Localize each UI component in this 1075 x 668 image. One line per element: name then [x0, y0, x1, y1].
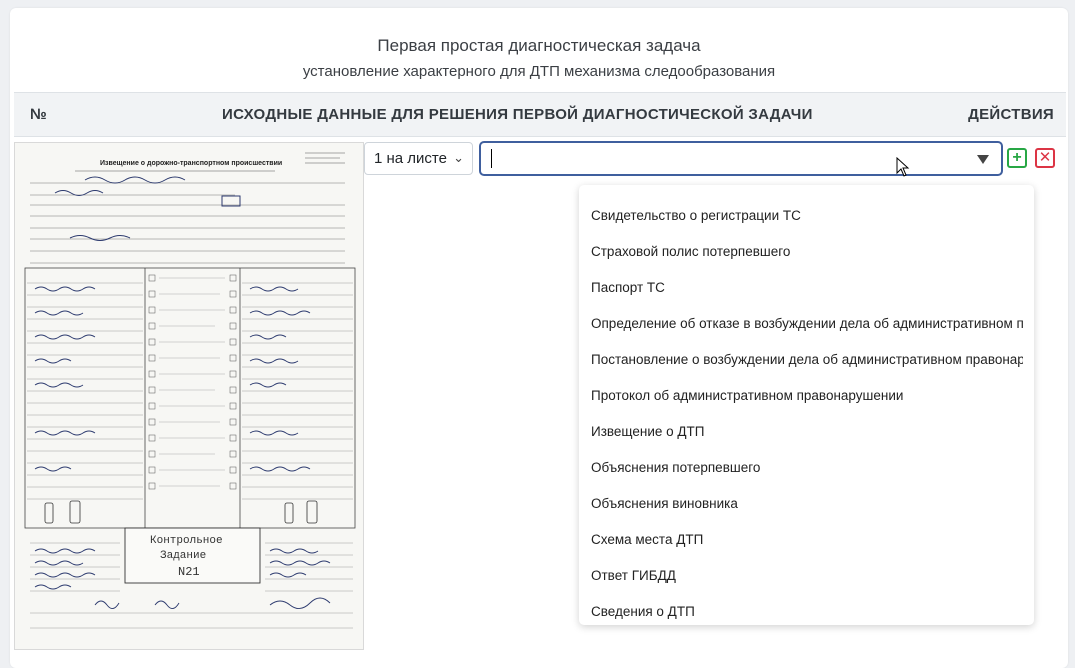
- pages-per-sheet-select[interactable]: 1 на листе ⌄: [364, 142, 473, 175]
- column-header-actions: ДЕЙСТВИЯ: [968, 106, 1054, 123]
- stamp-line-1: Контрольное: [150, 535, 223, 547]
- stamp-line-3: N21: [178, 565, 200, 579]
- column-header-source-data: ИСХОДНЫЕ ДАННЫЕ ДЛЯ РЕШЕНИЯ ПЕРВОЙ ДИАГН…: [222, 106, 813, 123]
- document-type-combobox[interactable]: [479, 141, 1003, 176]
- dropdown-option[interactable]: Протокол об административном правонаруше…: [591, 388, 1023, 408]
- task-card: Первая простая диагностическая задача ус…: [10, 8, 1068, 668]
- dropdown-option[interactable]: Ответ ГИБДД: [591, 568, 1023, 588]
- stamp-line-2: Задание: [160, 550, 206, 562]
- document-type-dropdown-menu: Свидетельство о регистрации ТС Страховой…: [579, 185, 1034, 625]
- add-document-button[interactable]: +: [1007, 148, 1027, 168]
- page-title: Первая простая диагностическая задача: [377, 36, 701, 55]
- mouse-cursor-icon: [896, 157, 910, 177]
- pages-per-sheet-value: 1 на листе: [374, 150, 447, 167]
- page-subtitle: установление характерного для ДТП механи…: [302, 63, 776, 80]
- dropdown-option[interactable]: Свидетельство о регистрации ТС: [591, 208, 1023, 228]
- table-header: № ИСХОДНЫЕ ДАННЫЕ ДЛЯ РЕШЕНИЯ ПЕРВОЙ ДИА…: [14, 92, 1066, 137]
- dropdown-option[interactable]: Объяснения потерпевшего: [591, 460, 1023, 480]
- dropdown-option[interactable]: Схема места ДТП: [591, 532, 1023, 552]
- column-header-number: №: [30, 106, 48, 123]
- document-scan-image: Извещение о дорожно-транспортном происше…: [15, 143, 363, 649]
- dropdown-option[interactable]: Страховой полис потерпевшего: [591, 244, 1023, 264]
- chevron-down-icon: ⌄: [453, 150, 464, 165]
- dropdown-option[interactable]: Определение об отказе в возбуждении дела…: [591, 316, 1023, 336]
- dropdown-option[interactable]: Постановление о возбуждении дела об адми…: [591, 352, 1023, 372]
- dropdown-option[interactable]: Сведения о ДТП: [591, 604, 1023, 624]
- dropdown-option[interactable]: Извещение о ДТП: [591, 424, 1023, 444]
- document-scan-thumbnail[interactable]: Извещение о дорожно-транспортном происше…: [14, 142, 364, 650]
- dropdown-arrow-icon[interactable]: [977, 155, 989, 164]
- text-caret: [491, 149, 492, 168]
- dropdown-option[interactable]: Паспорт ТС: [591, 280, 1023, 300]
- document-heading: Извещение о дорожно-транспортном происше…: [100, 160, 282, 167]
- dropdown-option[interactable]: Объяснения виновника: [591, 496, 1023, 516]
- delete-row-button[interactable]: ✕: [1035, 148, 1055, 168]
